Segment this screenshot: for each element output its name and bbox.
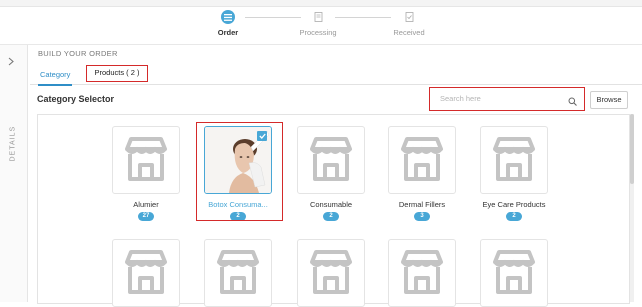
order-stepper: Order Processing Received [0, 6, 642, 44]
tab-products[interactable]: Products ( 2 ) [86, 65, 148, 82]
details-side-panel: DETAILS [0, 45, 28, 302]
selection-highlight [196, 122, 283, 221]
category-card-eye-care[interactable]: Eye Care Products 2 [480, 126, 548, 221]
store-icon [297, 239, 365, 307]
category-card-dermal-fillers[interactable]: Dermal Fillers 3 [388, 126, 456, 221]
scrollbar-thumb[interactable] [630, 114, 634, 184]
step-label: Received [393, 28, 425, 37]
page-title: BUILD YOUR ORDER [38, 49, 118, 58]
category-name: Eye Care Products [482, 200, 546, 209]
category-name: Dermal Fillers [398, 200, 446, 209]
category-card[interactable] [112, 239, 180, 307]
search-box [429, 87, 585, 111]
store-icon [112, 239, 180, 307]
store-icon [388, 126, 456, 194]
search-input[interactable] [438, 93, 562, 104]
document-check-icon [402, 10, 416, 24]
category-card[interactable] [297, 239, 365, 307]
count-badge: 2 [506, 212, 522, 221]
divider [0, 44, 642, 45]
document-icon [311, 10, 325, 24]
step-label: Processing [299, 28, 337, 37]
store-icon [297, 126, 365, 194]
list-icon [221, 10, 235, 24]
store-icon [388, 239, 456, 307]
step-processing[interactable]: Processing [268, 10, 368, 37]
search-icon[interactable] [568, 93, 577, 111]
store-icon [480, 239, 548, 307]
category-card[interactable] [204, 239, 272, 307]
browse-button[interactable]: Browse [590, 91, 628, 109]
section-title: Category Selector [37, 94, 115, 104]
step-order[interactable]: Order [178, 10, 278, 37]
chevron-right-icon[interactable] [8, 57, 14, 69]
category-card-consumable[interactable]: Consumable 2 [297, 126, 365, 221]
tab-bar: Category Products ( 2 ) [30, 65, 642, 86]
tab-category[interactable]: Category [38, 66, 73, 86]
category-card-alumier[interactable]: Alumier 27 [112, 126, 180, 221]
store-icon [480, 126, 548, 194]
category-name: Alumier [133, 200, 159, 209]
count-badge: 3 [414, 212, 430, 221]
store-icon [204, 239, 272, 307]
category-card[interactable] [388, 239, 456, 307]
category-name: Consumable [309, 200, 353, 209]
category-card[interactable] [480, 239, 548, 307]
count-badge: 27 [138, 212, 154, 221]
step-received[interactable]: Received [359, 10, 459, 37]
count-badge: 2 [323, 212, 339, 221]
store-icon [112, 126, 180, 194]
details-label[interactable]: DETAILS [10, 126, 17, 162]
step-label: Order [217, 28, 239, 37]
